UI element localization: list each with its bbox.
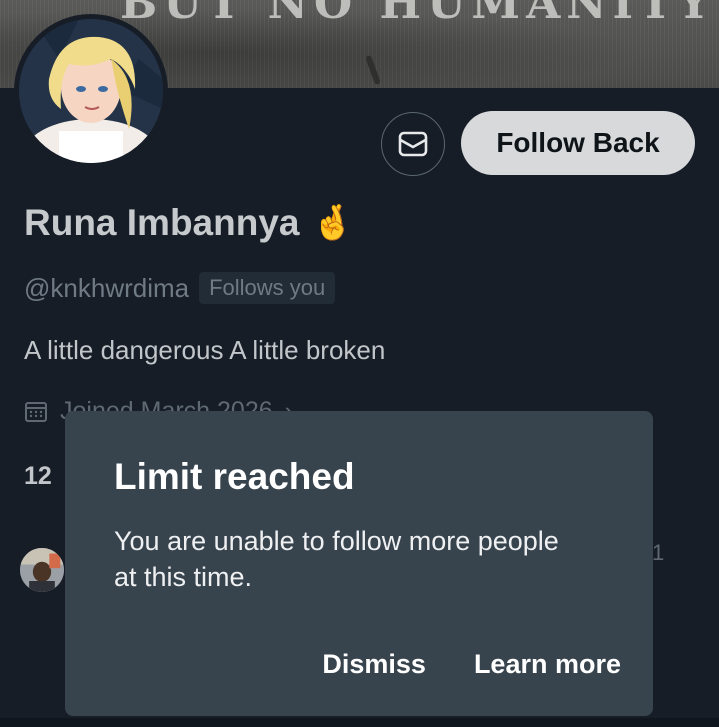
dismiss-button[interactable]: Dismiss — [322, 649, 426, 680]
user-handle: @knkhwrdima — [24, 272, 190, 303]
dialog-title: Limit reached — [114, 456, 355, 497]
following-count[interactable]: 12 — [24, 462, 52, 491]
profile-bio: A little dangerous A little broken — [24, 335, 386, 365]
display-name: Runa Imbannya — [24, 202, 300, 243]
calendar-icon — [25, 402, 47, 422]
bottom-edge — [0, 718, 719, 727]
limit-reached-dialog: Limit reached You are unable to follow m… — [65, 411, 653, 716]
followers-count[interactable]: 1 — [652, 540, 664, 566]
dialog-message: You are unable to follow more people at … — [114, 526, 559, 592]
mini-avatar-image — [20, 548, 64, 592]
handle-row: @knkhwrdima Follows you — [24, 272, 336, 304]
envelope-icon — [398, 131, 428, 157]
follow-back-button[interactable]: Follow Back — [461, 111, 695, 175]
banner-mark — [365, 54, 381, 86]
message-button[interactable] — [381, 112, 445, 176]
display-name-row: Runa Imbannya 🤞 — [24, 202, 354, 244]
profile-avatar[interactable] — [14, 14, 168, 168]
avatar-image — [19, 19, 163, 163]
followed-by-avatar[interactable] — [18, 546, 66, 594]
crossed-fingers-emoji: 🤞 — [311, 204, 354, 242]
banner-text: BUT NO HUMANITY — [120, 0, 716, 29]
follows-you-badge: Follows you — [199, 272, 336, 304]
dialog-actions: Dismiss Learn more — [322, 649, 621, 680]
learn-more-button[interactable]: Learn more — [474, 649, 621, 680]
